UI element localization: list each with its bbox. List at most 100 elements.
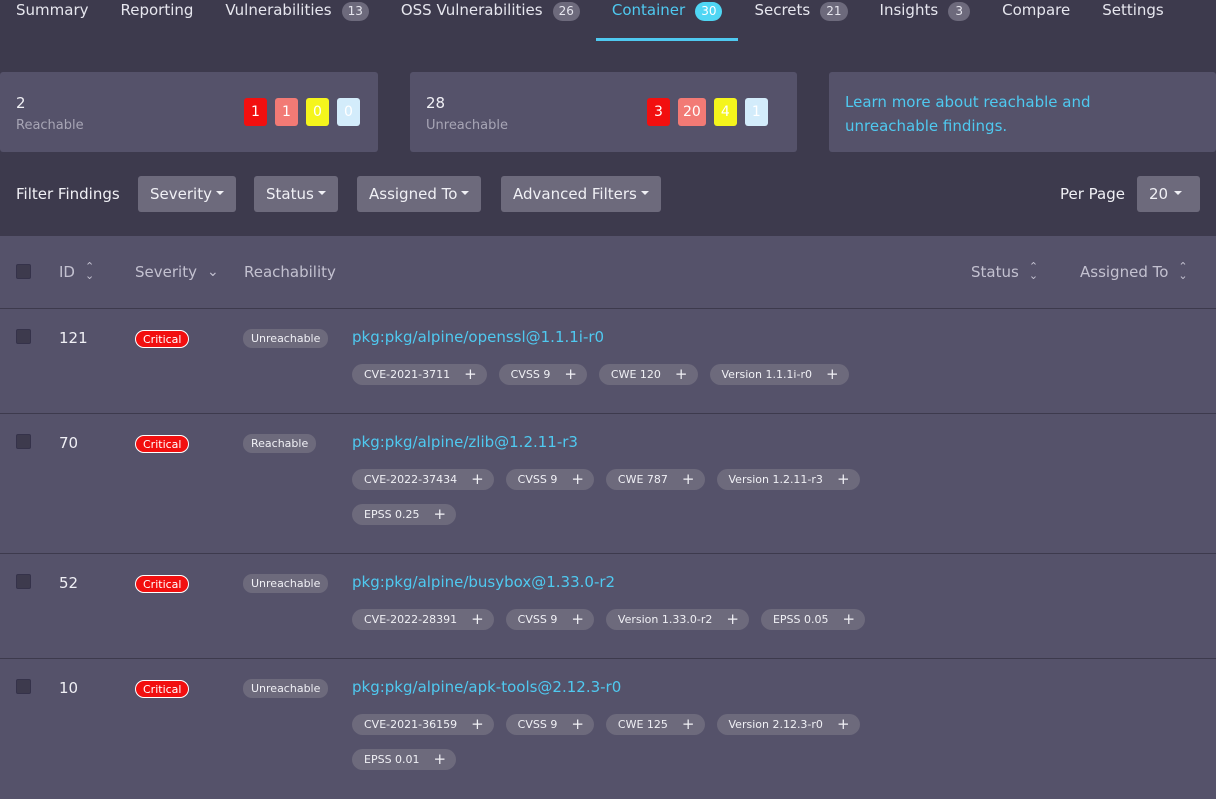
tag[interactable]: CVSS 9 + xyxy=(505,469,594,490)
tab-label: Compare xyxy=(1002,1,1071,19)
tab-settings[interactable]: Settings xyxy=(1086,0,1180,41)
findings-table: ID ⌃ ⌄ Severity ⌄ Reachability Status ⌃ ⌄ Ass… xyxy=(0,236,1216,799)
tag[interactable]: CVE-2021-3711 + xyxy=(352,364,487,385)
per-page-value: 20 xyxy=(1149,185,1169,203)
learn-more-link[interactable]: Learn more about reachable and unreachab… xyxy=(845,90,1185,138)
tab-summary[interactable]: Summary xyxy=(0,0,105,41)
table-row[interactable]: 121 Critical Unreachable pkg:pkg/alpine/… xyxy=(0,309,1216,414)
plus-icon[interactable]: + xyxy=(434,504,447,525)
tag[interactable]: CVE-2022-28391 + xyxy=(352,609,494,630)
severity-column-header[interactable]: Severity ⌄ xyxy=(135,263,219,281)
tag[interactable]: CVE-2021-36159 + xyxy=(352,714,494,735)
tab-container[interactable]: Container 30 xyxy=(595,0,739,41)
tag-list: CVE-2022-37434 + CVSS 9 + CWE 787 + Version… xyxy=(352,469,912,525)
plus-icon[interactable]: + xyxy=(682,469,695,490)
tag[interactable]: Version 1.33.0-r2 + xyxy=(605,609,749,630)
tab-secrets[interactable]: Secrets 21 xyxy=(738,0,863,41)
severity-badge: Critical xyxy=(135,575,190,593)
reachable-label: Reachable xyxy=(16,118,84,133)
sort-icon: ⌃ ⌄ xyxy=(1028,259,1039,282)
plus-icon[interactable]: + xyxy=(826,364,839,385)
tab-label: Secrets xyxy=(754,1,811,19)
tag[interactable]: EPSS 0.05 + xyxy=(760,609,866,630)
tab-oss-vulnerabilities[interactable]: OSS Vulnerabilities 26 xyxy=(385,0,596,41)
plus-icon[interactable]: + xyxy=(471,609,484,630)
tag-label: CWE 120 xyxy=(610,368,661,381)
tab-insights[interactable]: Insights 3 xyxy=(864,0,987,41)
plus-icon[interactable]: + xyxy=(837,714,850,735)
tag-label: CVE-2022-28391 xyxy=(364,613,458,626)
tag[interactable]: Version 2.12.3-r0 + xyxy=(716,714,860,735)
finding-id: 10 xyxy=(59,679,79,697)
plus-icon[interactable]: + xyxy=(682,714,695,735)
table-row[interactable]: 70 Critical Reachable pkg:pkg/alpine/zli… xyxy=(0,414,1216,554)
tab-compare[interactable]: Compare xyxy=(986,0,1086,41)
table-row[interactable]: 52 Critical Unreachable pkg:pkg/alpine/b… xyxy=(0,554,1216,659)
row-checkbox[interactable] xyxy=(16,434,31,449)
plus-icon[interactable]: + xyxy=(726,609,739,630)
package-link[interactable]: pkg:pkg/alpine/zlib@1.2.11-r3 xyxy=(352,433,578,451)
plus-icon[interactable]: + xyxy=(571,714,584,735)
tag[interactable]: CVSS 9 + xyxy=(505,609,594,630)
row-checkbox[interactable] xyxy=(16,679,31,694)
plus-icon[interactable]: + xyxy=(675,364,688,385)
low-count[interactable]: 0 xyxy=(337,98,360,126)
package-link[interactable]: pkg:pkg/alpine/apk-tools@2.12.3-r0 xyxy=(352,678,621,696)
package-link[interactable]: pkg:pkg/alpine/openssl@1.1.1i-r0 xyxy=(352,328,604,346)
medium-count[interactable]: 0 xyxy=(306,98,329,126)
plus-icon[interactable]: + xyxy=(842,609,855,630)
plus-icon[interactable]: + xyxy=(571,609,584,630)
plus-icon[interactable]: + xyxy=(564,364,577,385)
status-filter-button[interactable]: Status xyxy=(254,176,338,212)
plus-icon[interactable]: + xyxy=(571,469,584,490)
reachability-column-header: Reachability xyxy=(244,263,336,281)
tag[interactable]: EPSS 0.01 + xyxy=(352,749,457,770)
row-checkbox[interactable] xyxy=(16,574,31,589)
caret-down-icon xyxy=(1174,190,1183,195)
tag[interactable]: CWE 125 + xyxy=(605,714,705,735)
high-count[interactable]: 20 xyxy=(678,98,706,126)
id-column-header[interactable]: ID ⌃ ⌄ xyxy=(59,261,94,282)
low-count[interactable]: 1 xyxy=(744,98,768,126)
tag[interactable]: Version 1.1.1i-r0 + xyxy=(709,364,849,385)
assigned-to-column-header[interactable]: Assigned To ⌃ ⌄ xyxy=(1080,261,1188,282)
header-label: Severity xyxy=(135,263,197,281)
per-page-select[interactable]: 20 xyxy=(1137,176,1200,212)
unreachable-label: Unreachable xyxy=(426,118,508,133)
status-column-header[interactable]: Status ⌃ ⌄ xyxy=(971,259,1039,282)
tag[interactable]: CWE 787 + xyxy=(605,469,705,490)
advanced-filters-button[interactable]: Advanced Filters xyxy=(501,176,661,212)
tab-vulnerabilities[interactable]: Vulnerabilities 13 xyxy=(209,0,384,41)
high-count[interactable]: 1 xyxy=(275,98,298,126)
plus-icon[interactable]: + xyxy=(471,469,484,490)
count-badge: 21 xyxy=(820,2,848,21)
header-label: ID xyxy=(59,263,75,281)
plus-icon[interactable]: + xyxy=(434,749,447,770)
tag-label: EPSS 0.01 xyxy=(364,753,420,766)
tab-label: Settings xyxy=(1102,1,1164,19)
tag[interactable]: CVSS 9 + xyxy=(505,714,594,735)
severity-filter-button[interactable]: Severity xyxy=(138,176,236,212)
select-all-checkbox[interactable] xyxy=(16,264,31,279)
assigned-to-filter-button[interactable]: Assigned To xyxy=(357,176,482,212)
plus-icon[interactable]: + xyxy=(471,714,484,735)
tag[interactable]: Version 1.2.11-r3 + xyxy=(716,469,860,490)
table-row[interactable]: 10 Critical Unreachable pkg:pkg/alpine/a… xyxy=(0,659,1216,799)
critical-count[interactable]: 3 xyxy=(647,98,670,126)
plus-icon[interactable]: + xyxy=(837,469,850,490)
package-link[interactable]: pkg:pkg/alpine/busybox@1.33.0-r2 xyxy=(352,573,615,591)
plus-icon[interactable]: + xyxy=(464,364,477,385)
tag[interactable]: CVSS 9 + xyxy=(498,364,587,385)
medium-count[interactable]: 4 xyxy=(713,98,737,126)
tag[interactable]: CVE-2022-37434 + xyxy=(352,469,494,490)
tag-label: CVE-2021-3711 xyxy=(364,368,451,381)
tag-label: CVE-2022-37434 xyxy=(364,473,458,486)
tag-list: CVE-2021-3711 + CVSS 9 + CWE 120 + Version … xyxy=(352,364,912,385)
tab-reporting[interactable]: Reporting xyxy=(105,0,210,41)
tag-label: CWE 787 xyxy=(617,473,668,486)
row-checkbox[interactable] xyxy=(16,329,31,344)
tag[interactable]: EPSS 0.25 + xyxy=(352,504,457,525)
tag[interactable]: CWE 120 + xyxy=(598,364,698,385)
filter-findings-label: Filter Findings xyxy=(16,185,120,203)
critical-count[interactable]: 1 xyxy=(244,98,267,126)
